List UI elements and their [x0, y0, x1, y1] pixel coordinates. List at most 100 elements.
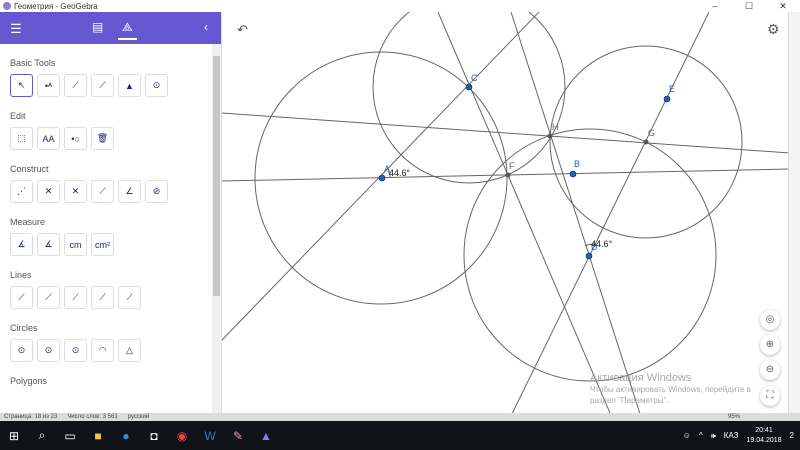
tool-icon: ⊙ [44, 345, 53, 355]
zoom-out-button[interactable]: ⊖ [760, 360, 780, 380]
point-b [569, 170, 577, 178]
tool-icon: ▲ [125, 80, 134, 91]
tool-icon: ⟋ [45, 292, 52, 302]
menu-icon[interactable]: ☰ [10, 21, 22, 37]
tool-button-0-4[interactable]: ▲ [118, 74, 141, 97]
paint-icon[interactable]: ✎ [224, 429, 252, 443]
word-icon[interactable]: W [196, 429, 224, 443]
tool-icon: ⟋ [99, 186, 106, 196]
tool-button-0-0[interactable]: ↖ [10, 74, 33, 97]
activation-line1: Чтобы активировать Windows, перейдите в [590, 385, 751, 394]
language[interactable]: русский [128, 414, 150, 420]
tool-icon: ∠ [125, 186, 134, 196]
tool-button-1-3[interactable]: 🗑 [91, 127, 114, 150]
collapse-sidebar-button[interactable]: ‹ [204, 20, 208, 34]
notifications-icon[interactable]: 2 [790, 431, 794, 440]
tool-group-label: Lines [10, 270, 32, 280]
tool-icon: AA [42, 133, 55, 144]
algebra-view-tab[interactable]: ▤ [92, 20, 103, 34]
tool-icon: △ [126, 345, 133, 355]
word-count: Число слов: 3 561 [67, 414, 118, 420]
tool-button-2-3[interactable]: ⟋ [91, 180, 114, 203]
zoom-in-button[interactable]: ⊕ [760, 335, 780, 355]
label-c: C [471, 73, 478, 83]
tool-icon: ⬚ [17, 133, 26, 143]
tool-button-4-2[interactable]: ⟋ [64, 286, 87, 309]
label-f: F [509, 161, 515, 171]
tool-row: ∡ ∡ cm cm² [10, 233, 212, 256]
tool-group-label: Edit [10, 111, 26, 121]
volume-icon[interactable]: 🕪 [711, 431, 716, 441]
task-view-icon[interactable]: ▭ [56, 429, 84, 443]
tool-button-2-2[interactable]: ✕ [64, 180, 87, 203]
tool-button-3-1[interactable]: ∡ [37, 233, 60, 256]
tool-button-2-4[interactable]: ∠ [118, 180, 141, 203]
angle-label-a: 44.6° [389, 168, 411, 178]
search-icon[interactable]: ⌕ [28, 428, 56, 443]
tool-icon: ⟋ [72, 80, 79, 90]
sidebar-header: ☰ ▤ ⟁ ‹ [0, 12, 221, 44]
tool-icon: ∡ [17, 239, 26, 249]
keyboard-language[interactable]: КАЗ [724, 431, 739, 440]
tool-button-1-1[interactable]: AA [37, 127, 60, 150]
tool-button-3-0[interactable]: ∡ [10, 233, 33, 256]
zoom-level[interactable]: 95% [728, 414, 740, 420]
line-hg [222, 112, 788, 154]
fullscreen-button[interactable]: ⛶ [760, 386, 780, 406]
tool-icon: ⊙ [71, 345, 80, 355]
tool-icon: ⊘ [152, 186, 161, 196]
sidebar-scrollbar[interactable] [212, 44, 221, 413]
tool-icon: 🗑 [96, 133, 109, 143]
line-cf [437, 12, 611, 413]
tool-button-2-0[interactable]: ⋰ [10, 180, 33, 203]
time: 20:41 [755, 426, 773, 434]
tool-button-5-4[interactable]: △ [118, 339, 141, 362]
start-windows-icon[interactable]: ⊞ [0, 429, 28, 443]
tool-button-3-2[interactable]: cm [64, 233, 87, 256]
tool-button-5-0[interactable]: ⊙ [10, 339, 33, 362]
people-icon[interactable]: ☺ [683, 431, 691, 440]
close-button[interactable]: ✕ [766, 0, 800, 12]
standard-view-button[interactable]: ◎ [760, 310, 780, 330]
tool-button-0-1[interactable]: •ᴬ [37, 74, 60, 97]
label-g: G [648, 128, 655, 138]
tools-tab[interactable]: ⟁ [118, 20, 137, 40]
geogebra-taskbar-icon[interactable]: ▲ [252, 429, 280, 443]
tool-button-5-1[interactable]: ⊙ [37, 339, 60, 362]
tool-button-0-2[interactable]: ⟋ [64, 74, 87, 97]
line-hd [510, 12, 641, 413]
geogebra-logo-icon [3, 2, 11, 10]
app-icon[interactable]: ● [112, 429, 140, 443]
file-explorer-icon[interactable]: ■ [84, 429, 112, 443]
tool-row: ⋰ ✕ ✕ ⟋ ∠ ⊘ [10, 180, 212, 203]
tool-button-1-0[interactable]: ⬚ [10, 127, 33, 150]
tray-chevron-icon[interactable]: ^ [699, 431, 703, 440]
line-afb [222, 168, 788, 182]
word-scrollbar[interactable] [788, 12, 800, 413]
tool-icon: ✕ [71, 186, 80, 196]
label-h: H [552, 122, 559, 132]
tool-button-3-3[interactable]: cm² [91, 233, 114, 256]
tool-icon: ∡ [44, 239, 53, 249]
tool-button-5-2[interactable]: ⊙ [64, 339, 87, 362]
tool-button-1-2[interactable]: •○ [64, 127, 87, 150]
scrollbar-thumb[interactable] [213, 56, 220, 296]
tool-button-0-3[interactable]: ⟋ [91, 74, 114, 97]
tool-button-4-1[interactable]: ⟋ [37, 286, 60, 309]
undo-button[interactable]: ↶ [237, 22, 248, 38]
chrome-icon[interactable]: ◉ [168, 429, 196, 443]
clock[interactable]: 20:41 19.04.2018 [747, 426, 782, 446]
tool-button-4-0[interactable]: ⟋ [10, 286, 33, 309]
tool-button-0-5[interactable]: ⊙ [145, 74, 168, 97]
tool-button-5-3[interactable]: ◠ [91, 339, 114, 362]
geometry-drawing[interactable]: A C B D E F H G 44.6° 44.6° [222, 12, 788, 413]
graphics-view[interactable]: A C B D E F H G 44.6° 44.6° [222, 12, 788, 413]
maximize-button[interactable]: ☐ [732, 0, 766, 12]
app-icon-2[interactable]: ◘ [140, 429, 168, 443]
tool-button-2-5[interactable]: ⊘ [145, 180, 168, 203]
settings-gear-icon[interactable]: ⚙ [767, 21, 780, 38]
minimize-button[interactable]: – [698, 0, 732, 12]
tool-button-2-1[interactable]: ✕ [37, 180, 60, 203]
tool-button-4-4[interactable]: ⟋ [118, 286, 141, 309]
tool-button-4-3[interactable]: ⟋ [91, 286, 114, 309]
